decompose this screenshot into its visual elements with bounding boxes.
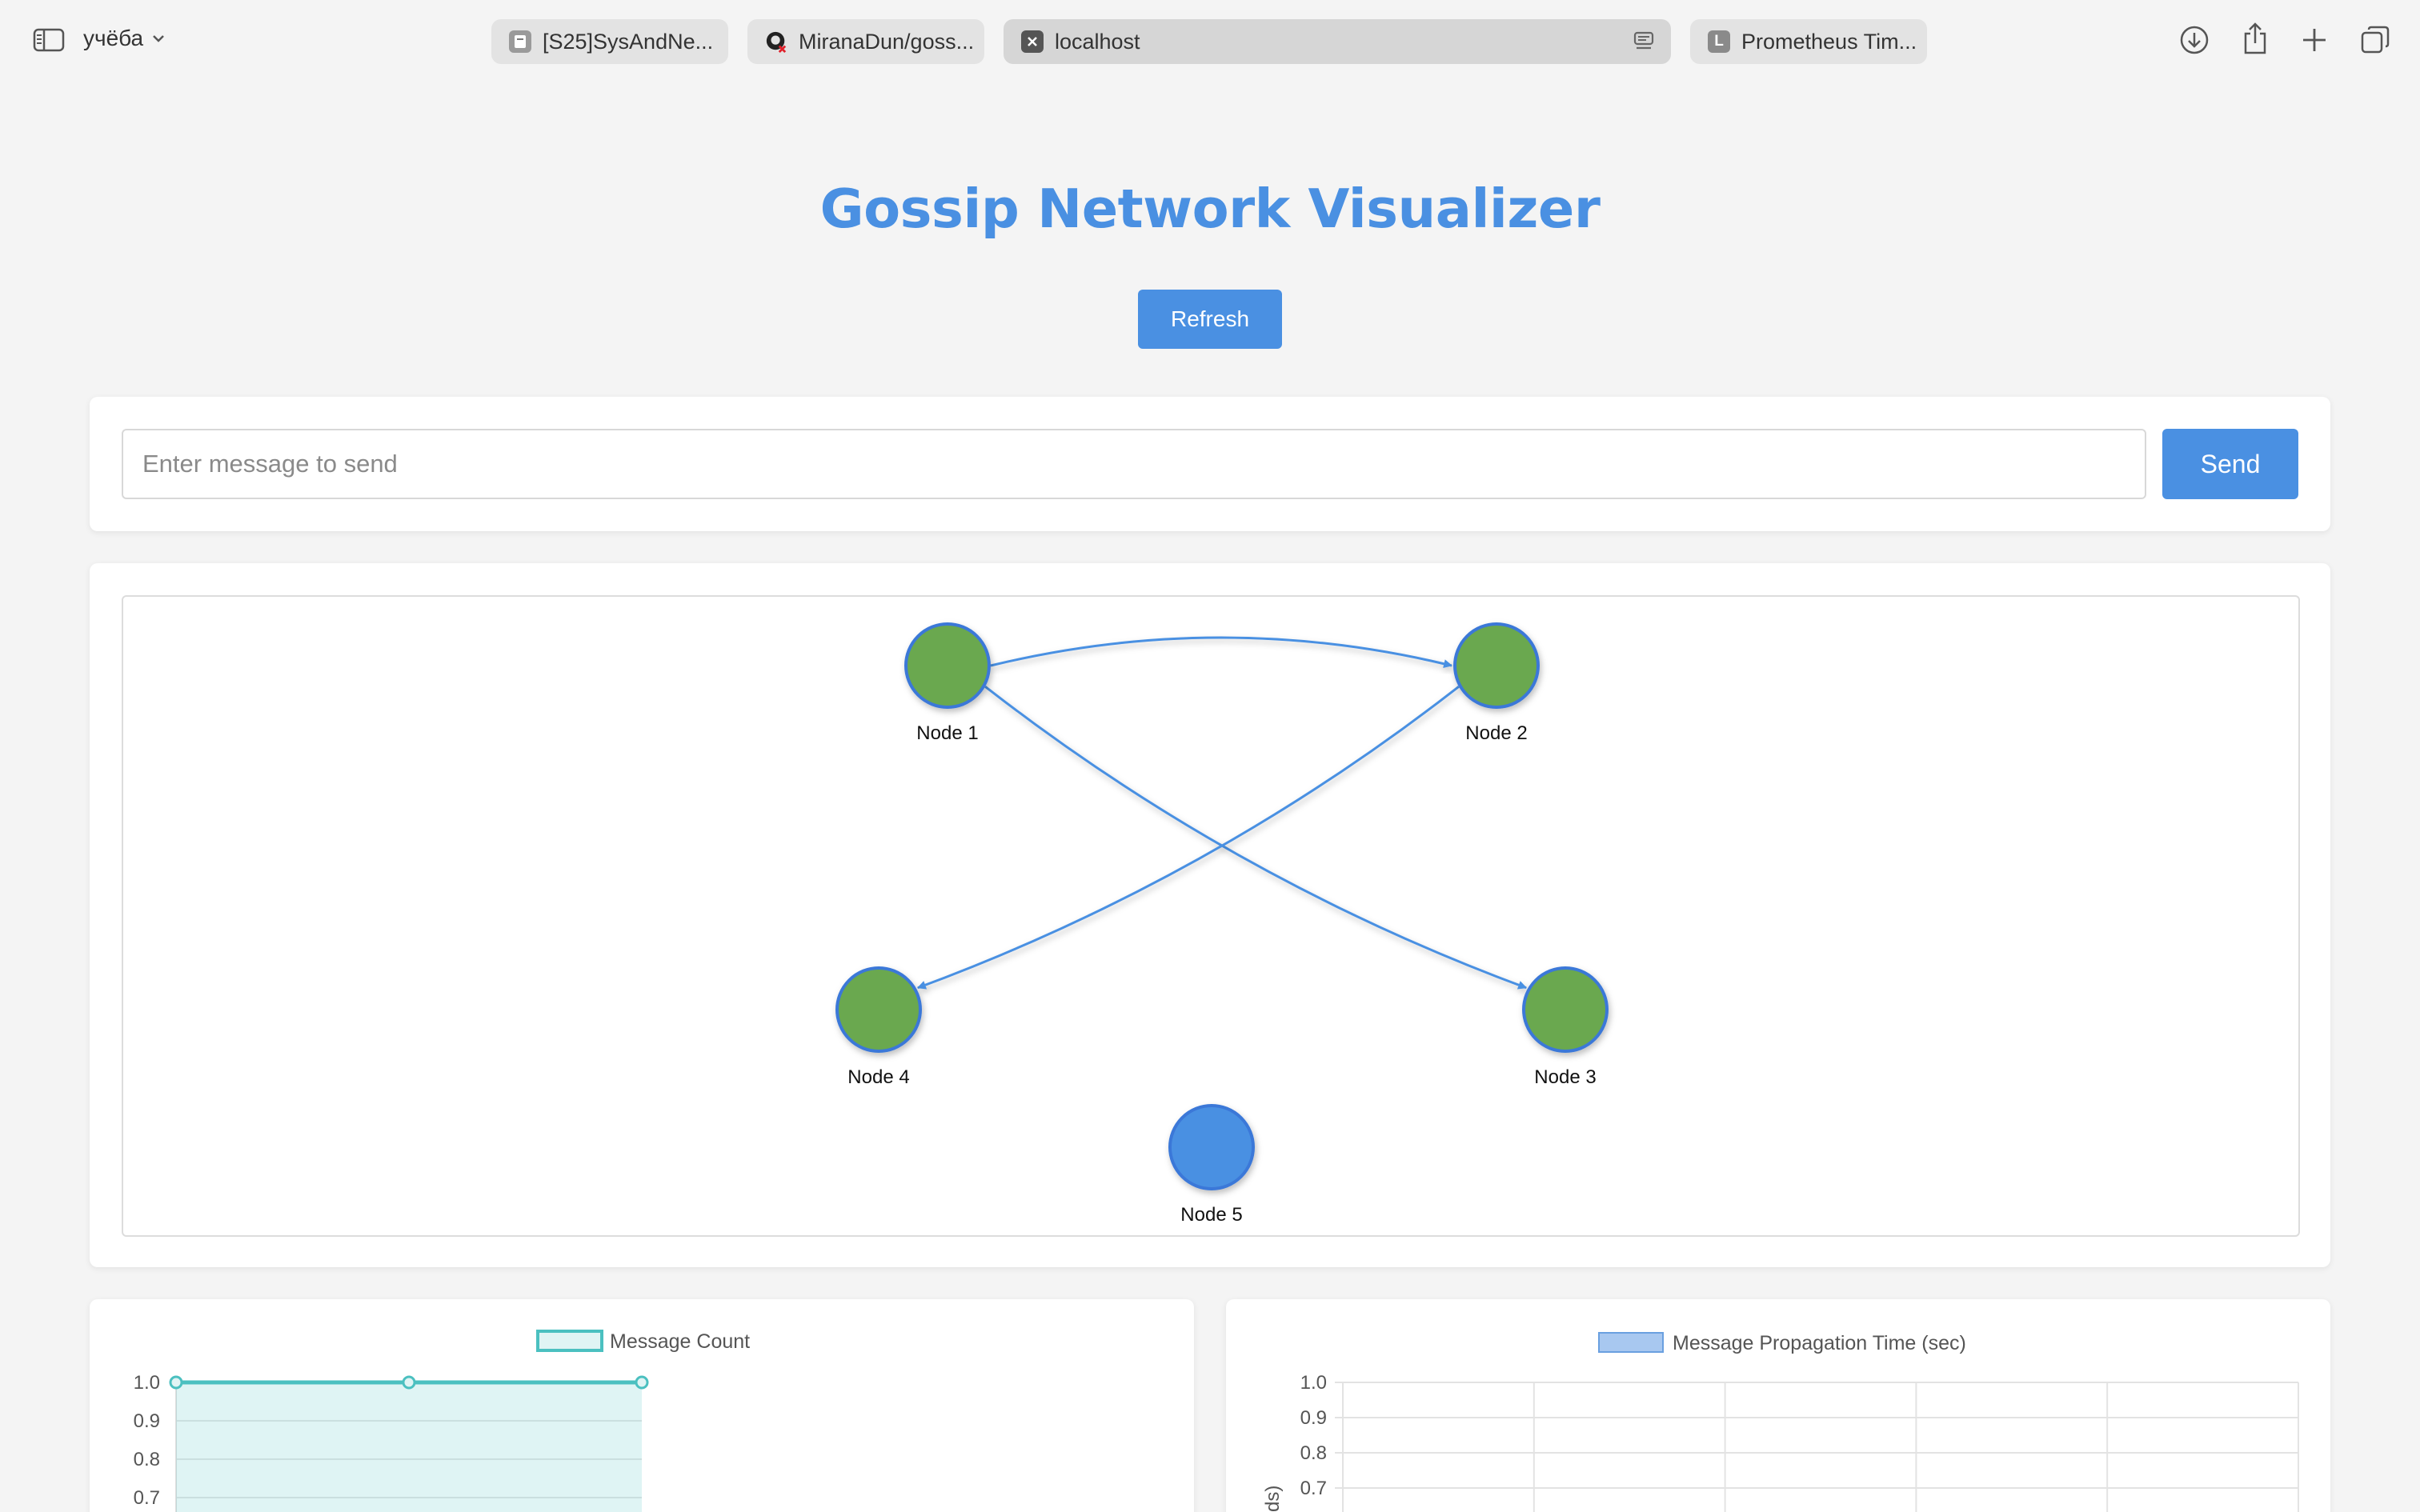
y-axis-label-fragment: ds) <box>1262 1486 1284 1512</box>
message-panel: Send <box>90 397 2330 531</box>
y-tick-label: 0.8 <box>1300 1442 1327 1464</box>
tab-label: localhost <box>1055 29 1140 54</box>
tab-prometheus[interactable]: L Prometheus Tim... <box>1690 19 1927 64</box>
edge-node2-to-node4 <box>916 686 1460 990</box>
node-label: Node 3 <box>1534 1066 1596 1088</box>
node-label: Node 2 <box>1465 722 1527 744</box>
y-tick-label: 1.0 <box>1300 1372 1327 1394</box>
refresh-button[interactable]: Refresh <box>1138 290 1282 349</box>
data-point[interactable] <box>402 1375 416 1390</box>
node-2[interactable]: Node 2 <box>1453 622 1540 744</box>
y-tick-label: 0.9 <box>1300 1407 1327 1429</box>
node-circle[interactable] <box>1522 966 1609 1053</box>
node-3[interactable]: Node 3 <box>1522 966 1609 1088</box>
node-5[interactable]: Node 5 <box>1168 1104 1255 1226</box>
network-graph-canvas: Node 1 Node 2 Node 3 Node 4 Node 5 <box>835 622 1609 1226</box>
y-tick-label: 1.0 <box>134 1372 160 1394</box>
chevron-down-icon <box>151 34 166 43</box>
node-1[interactable]: Node 1 <box>904 622 991 744</box>
browser-toolbar: учёба [S25]SysAndNe... MiranaDun/goss...… <box>0 0 2420 83</box>
node-4[interactable]: Node 4 <box>835 966 922 1088</box>
tab-localhost[interactable]: localhost <box>1004 19 1671 64</box>
reader-icon[interactable] <box>1633 30 1655 53</box>
network-panel: Node 1 Node 2 Node 3 Node 4 Node 5 <box>90 563 2330 1267</box>
y-tick-label: 0.7 <box>1300 1478 1327 1499</box>
tab-label: Prometheus Tim... <box>1741 29 1917 54</box>
new-tab-icon[interactable] <box>2298 24 2330 56</box>
tab-label: [S25]SysAndNe... <box>543 29 714 54</box>
legend-swatch[interactable] <box>536 1330 603 1352</box>
tab-github[interactable]: MiranaDun/goss... <box>747 19 984 64</box>
book-favicon-icon <box>509 30 531 53</box>
message-input[interactable] <box>122 429 2146 499</box>
data-point[interactable] <box>635 1375 649 1390</box>
l-favicon-icon: L <box>1708 30 1730 53</box>
edge-node1-to-node3 <box>984 686 1528 990</box>
profile-switcher[interactable]: учёба <box>83 26 166 51</box>
send-button[interactable]: Send <box>2162 429 2298 499</box>
node-circle[interactable] <box>1453 622 1540 709</box>
page-title: Gossip Network Visualizer <box>819 178 1601 240</box>
node-label: Node 4 <box>847 1066 909 1088</box>
node-label: Node 1 <box>916 722 978 744</box>
github-favicon-icon <box>765 30 787 54</box>
tab-label: MiranaDun/goss... <box>799 29 975 54</box>
node-circle[interactable] <box>1168 1104 1255 1190</box>
legend-label: Message Count <box>610 1330 750 1353</box>
propagation-time-chart-panel: Message Propagation Time (sec) 1.0 0.9 0.8… <box>1226 1299 2330 1512</box>
share-icon[interactable] <box>2239 21 2271 56</box>
node-circle[interactable] <box>835 966 922 1053</box>
tab-sysandnetworks[interactable]: [S25]SysAndNe... <box>491 19 728 64</box>
edge-node1-to-node2 <box>990 636 1453 669</box>
data-point[interactable] <box>169 1375 183 1390</box>
area-fill <box>176 1382 642 1512</box>
download-icon[interactable] <box>2178 24 2210 56</box>
legend-label: Message Propagation Time (sec) <box>1673 1332 1966 1354</box>
y-tick-label: 0.9 <box>134 1410 160 1432</box>
profile-name: учёба <box>83 26 144 50</box>
tab-overview-icon[interactable] <box>2359 24 2391 56</box>
close-favicon-icon <box>1021 30 1044 53</box>
sidebar-icon[interactable] <box>32 26 66 54</box>
legend-swatch[interactable] <box>1598 1332 1664 1353</box>
y-tick-label: 0.7 <box>134 1487 160 1509</box>
message-count-chart: Message Count 1.0 0.9 0.8 0.7 <box>134 1330 750 1512</box>
node-label: Node 5 <box>1180 1204 1242 1226</box>
node-circle[interactable] <box>904 622 991 709</box>
propagation-time-chart: Message Propagation Time (sec) 1.0 0.9 0.8… <box>1262 1332 2299 1512</box>
network-graph[interactable]: Node 1 Node 2 Node 3 Node 4 Node 5 <box>122 595 2300 1237</box>
y-tick-label: 0.8 <box>134 1449 160 1470</box>
message-count-chart-panel: Message Count 1.0 0.9 0.8 0.7 <box>90 1299 1194 1512</box>
